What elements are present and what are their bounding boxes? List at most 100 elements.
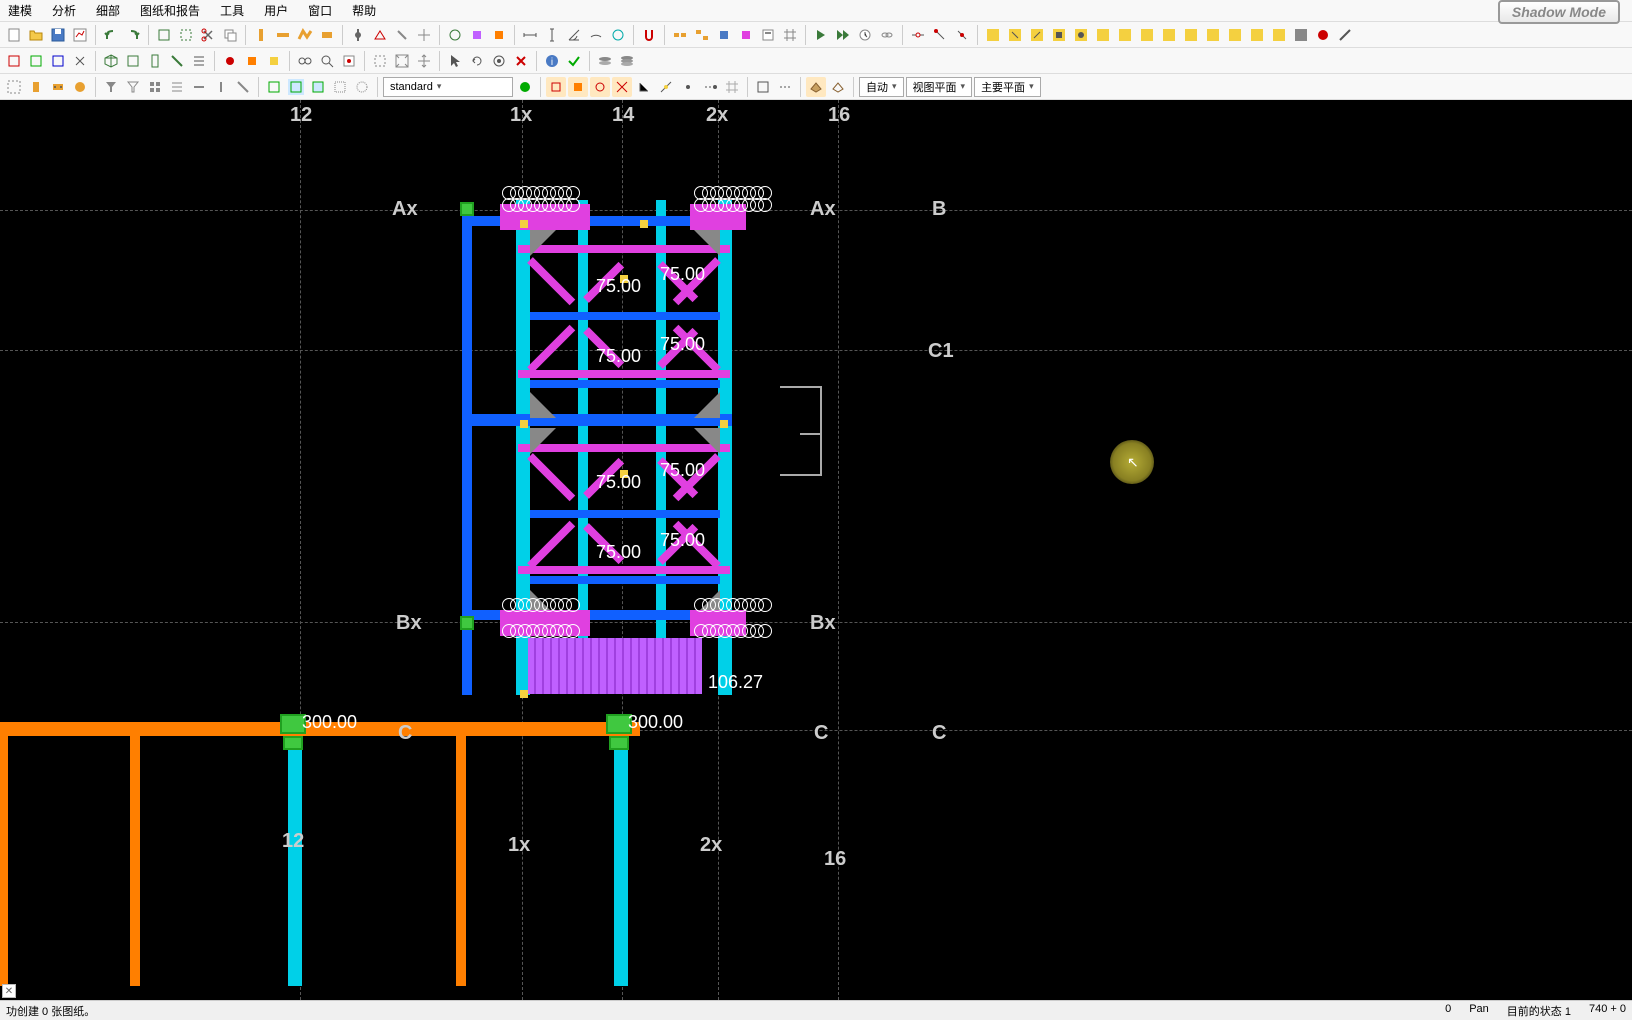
watch-icon[interactable] [855,25,875,45]
conn-3-icon[interactable] [1027,25,1047,45]
polybeam-icon[interactable] [295,25,315,45]
menu-help[interactable]: 帮助 [348,0,380,21]
conn-5-icon[interactable] [1071,25,1091,45]
conn-15-icon[interactable] [1291,25,1311,45]
conn-17-icon[interactable] [1335,25,1355,45]
snap-b-icon[interactable] [930,25,950,45]
mode-d-icon[interactable] [70,51,90,71]
filter-c-icon[interactable] [145,77,165,97]
new-icon[interactable] [4,25,24,45]
view-elev-icon[interactable] [145,51,165,71]
plate-icon[interactable] [317,25,337,45]
tool-a-icon[interactable] [154,25,174,45]
tool-d-icon[interactable] [414,25,434,45]
filter-e-icon[interactable] [189,77,209,97]
magnet-icon[interactable] [639,25,659,45]
conn-4-icon[interactable] [1049,25,1069,45]
zoom-pan-icon[interactable] [414,51,434,71]
conn-2-icon[interactable] [1005,25,1025,45]
snap-mid-icon[interactable] [568,77,588,97]
weld-icon[interactable] [370,25,390,45]
assembly-a-icon[interactable] [670,25,690,45]
tool-g-icon[interactable] [608,25,628,45]
rebar-icon[interactable] [445,25,465,45]
conn-11-icon[interactable] [1203,25,1223,45]
catalog-icon[interactable] [758,25,778,45]
undo-icon[interactable] [101,25,121,45]
snap-end-icon[interactable] [546,77,566,97]
conn-14-icon[interactable] [1269,25,1289,45]
triangle-r-icon[interactable] [811,25,831,45]
sel-assembly-icon[interactable] [48,77,68,97]
sel-object-icon[interactable] [70,77,90,97]
tool-e-icon[interactable] [467,25,487,45]
track-icon[interactable] [775,77,795,97]
save-icon[interactable] [48,25,68,45]
menu-user[interactable]: 用户 [260,0,292,21]
menu-analysis[interactable]: 分析 [48,0,80,21]
snap-grid-icon[interactable] [722,77,742,97]
view-3d-icon[interactable] [101,51,121,71]
ortho-icon[interactable] [753,77,773,97]
group-e-icon[interactable] [352,77,372,97]
red-dot-icon[interactable] [220,51,240,71]
filter-f-icon[interactable] [211,77,231,97]
redo-icon[interactable] [123,25,143,45]
assembly-b-icon[interactable] [692,25,712,45]
zoom-win-icon[interactable] [370,51,390,71]
chain-icon[interactable] [877,25,897,45]
info-icon[interactable]: i [542,51,562,71]
filter-apply-icon[interactable] [515,77,535,97]
check-icon[interactable] [564,51,584,71]
tool-b-icon[interactable] [176,25,196,45]
view-list-icon[interactable] [189,51,209,71]
tool-f-icon[interactable] [489,25,509,45]
grid-icon[interactable] [780,25,800,45]
snap-any-icon[interactable] [678,77,698,97]
mainplane-dropdown[interactable]: 主要平面 [974,77,1041,97]
close-view-button[interactable]: ✕ [2,984,16,998]
snap-ext-icon[interactable] [700,77,720,97]
conn-10-icon[interactable] [1181,25,1201,45]
assembly-c-icon[interactable] [714,25,734,45]
yellow-box-icon[interactable] [264,51,284,71]
model-viewport[interactable]: ↖ 121x142x161x2x1612AxAxBC1BxBxCCC75.007… [0,100,1632,1000]
arrow-cursor-icon[interactable] [445,51,465,71]
conn-12-icon[interactable] [1225,25,1245,45]
snap-perp-icon[interactable] [634,77,654,97]
mode-a-icon[interactable] [4,51,24,71]
beam-icon[interactable] [273,25,293,45]
conn-16-icon[interactable] [1313,25,1333,45]
close-view-icon[interactable] [511,51,531,71]
conn-1-icon[interactable] [983,25,1003,45]
view-plan-icon[interactable] [123,51,143,71]
filter-b-icon[interactable] [123,77,143,97]
target-icon[interactable] [489,51,509,71]
triangle-rr-icon[interactable] [833,25,853,45]
find-icon[interactable] [317,51,337,71]
binoculars-icon[interactable] [295,51,315,71]
snap-a-icon[interactable] [908,25,928,45]
filter-selector[interactable]: standard [383,77,513,97]
assembly-d-icon[interactable] [736,25,756,45]
menu-window[interactable]: 窗口 [304,0,336,21]
orange-box-icon[interactable] [242,51,262,71]
group-a-icon[interactable] [264,77,284,97]
layer-a-icon[interactable] [595,51,615,71]
mode-b-icon[interactable] [26,51,46,71]
tool-c-icon[interactable] [392,25,412,45]
plot-icon[interactable] [70,25,90,45]
sel-all-icon[interactable] [4,77,24,97]
filter-a-icon[interactable] [101,77,121,97]
group-c-icon[interactable] [308,77,328,97]
menu-detail[interactable]: 细部 [92,0,124,21]
dim-angle-icon[interactable] [564,25,584,45]
conn-6-icon[interactable] [1093,25,1113,45]
layer-b-icon[interactable] [617,51,637,71]
conn-9-icon[interactable] [1159,25,1179,45]
sel-part-icon[interactable] [26,77,46,97]
shadow-mode-button[interactable]: Shadow Mode [1498,0,1620,24]
zoom-fit-icon[interactable] [392,51,412,71]
mode-c-icon[interactable] [48,51,68,71]
snap-near-icon[interactable] [656,77,676,97]
